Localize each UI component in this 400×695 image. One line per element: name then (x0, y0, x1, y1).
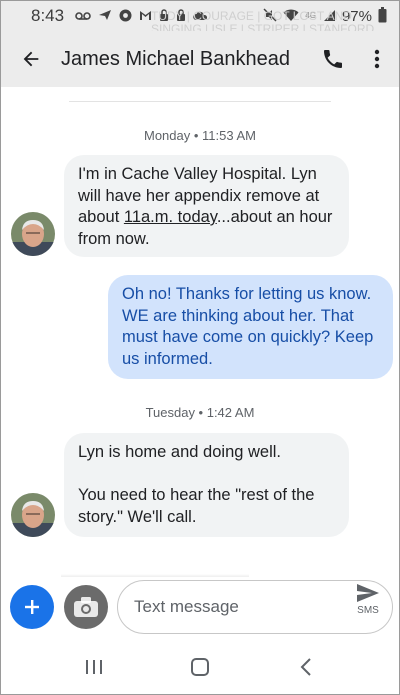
divider (61, 574, 249, 577)
home-button[interactable] (170, 647, 230, 687)
cloud-icon (193, 10, 208, 23)
chrome-icon (119, 9, 132, 24)
more-options-button[interactable] (355, 31, 399, 87)
message-input[interactable] (134, 597, 324, 617)
navigation-bar (1, 637, 399, 694)
phone-icon (324, 50, 342, 68)
camera-icon (74, 597, 98, 617)
call-button[interactable] (311, 31, 355, 87)
avatar[interactable] (11, 493, 55, 537)
incoming-message[interactable]: Lyn is home and doing well. You need to … (64, 433, 349, 537)
status-left: 8:43 (31, 6, 208, 26)
message-text: Lyn is home and doing well. You need to … (78, 443, 315, 526)
voicemail-icon (75, 10, 91, 23)
message-link[interactable]: 11a.m. today (124, 208, 217, 226)
drive-icon (159, 8, 169, 24)
compose-bar: SMS (1, 574, 399, 637)
send-icon (357, 584, 379, 602)
contact-photo (11, 493, 55, 537)
send-icon (98, 9, 112, 23)
message-text: Oh no! Thanks for letting us know. WE ar… (122, 285, 378, 368)
avatar[interactable] (11, 212, 55, 256)
plus-icon (25, 600, 39, 614)
media-button[interactable] (64, 585, 108, 629)
message-timestamp: Monday • 11:53 AM (144, 128, 256, 143)
conversation[interactable]: Monday • 11:53 AM I'm in Cache Valley Ho… (1, 87, 399, 577)
arrow-back-icon (23, 51, 39, 67)
screen: TUDY | COURAGE | GOT LOST AND SINGING | … (0, 0, 400, 695)
status-time: 8:43 (31, 6, 65, 25)
back-button[interactable] (1, 31, 61, 87)
signal-icon (322, 9, 336, 24)
wifi-icon (283, 9, 299, 24)
back-icon (300, 657, 311, 676)
contact-photo (11, 212, 55, 256)
recents-icon (86, 659, 102, 674)
message-timestamp: Tuesday • 1:42 AM (145, 405, 255, 420)
incoming-message[interactable]: I'm in Cache Valley Hospital. Lyn will h… (64, 155, 349, 257)
send-button[interactable]: SMS (351, 583, 385, 625)
battery-icon (378, 7, 387, 25)
mute-icon (263, 8, 277, 24)
battery-percent: 97% (341, 7, 372, 25)
outgoing-message[interactable]: Oh no! Thanks for letting us know. WE ar… (108, 275, 393, 379)
contact-name: James Michael Bankhead (61, 47, 291, 70)
status-right: 4G 97% (263, 7, 387, 25)
home-icon (191, 657, 209, 676)
divider (69, 101, 331, 102)
nav-back-button[interactable] (276, 647, 336, 687)
gmail-icon (139, 10, 152, 23)
network-label: 4G (305, 11, 316, 20)
lock-icon (176, 8, 186, 24)
status-bar: TUDY | COURAGE | GOT LOST AND SINGING | … (1, 1, 399, 36)
app-bar: James Michael Bankhead (1, 31, 399, 87)
add-attachment-button[interactable] (10, 585, 54, 629)
send-label: SMS (357, 605, 379, 616)
recents-button[interactable] (64, 647, 124, 687)
more-vert-icon (374, 49, 380, 69)
